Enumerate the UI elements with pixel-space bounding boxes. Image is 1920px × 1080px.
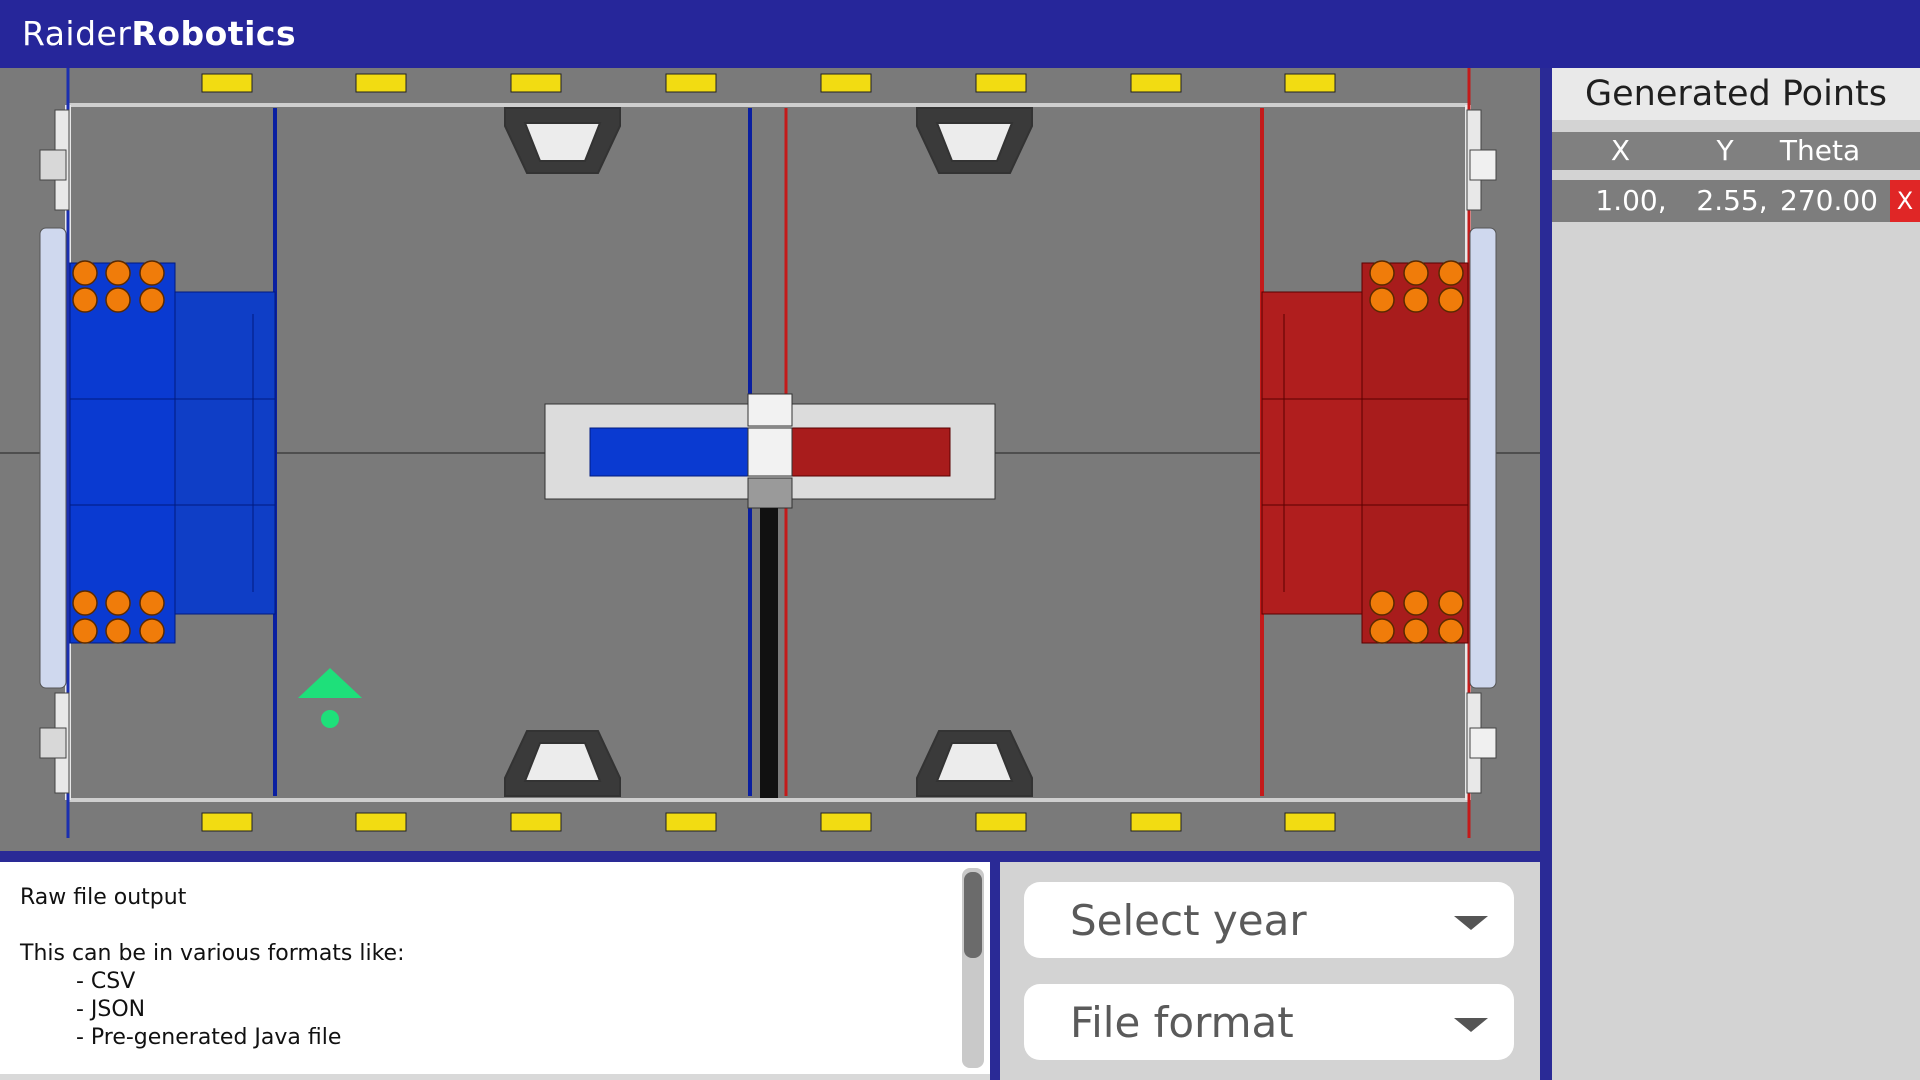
raw-output-box[interactable]: Raw file output This can be in various f… xyxy=(0,862,990,1080)
red-alliance-zone xyxy=(1261,262,1469,644)
export-controls: Select year File format xyxy=(1000,862,1540,1080)
raw-output-text: Raw file output This can be in various f… xyxy=(20,885,405,1050)
blue-driver-station xyxy=(39,227,67,689)
col-header-y: Y xyxy=(1716,134,1734,167)
file-format-select[interactable]: File format xyxy=(1024,984,1514,1060)
year-select[interactable]: Select year xyxy=(1024,882,1514,958)
delete-point-button[interactable]: X xyxy=(1890,180,1920,222)
chevron-down-icon xyxy=(1454,916,1488,930)
output-scroll-thumb[interactable] xyxy=(964,872,982,958)
point-theta: 270.00 xyxy=(1780,184,1878,217)
col-header-theta: Theta xyxy=(1779,134,1861,167)
red-driver-station xyxy=(1469,227,1497,689)
output-bottom-border xyxy=(0,1074,990,1080)
panel-title: Generated Points xyxy=(1552,68,1920,120)
robot-marker-dot xyxy=(321,710,339,728)
field-map[interactable] xyxy=(0,68,1540,851)
blue-alliance-zone xyxy=(69,262,276,644)
year-select-label: Select year xyxy=(1070,896,1307,945)
point-row[interactable]: 1.00, 2.55, 270.00 X xyxy=(1552,180,1920,222)
field-drawing[interactable] xyxy=(0,68,1540,851)
file-format-label: File format xyxy=(1070,998,1294,1047)
app-header: RaiderRobotics xyxy=(0,0,1920,68)
brand-name-light: Raider xyxy=(22,14,132,53)
brand-name-bold: Robotics xyxy=(131,14,297,53)
generated-points-panel: Generated Points X Y Theta 1.00, 2.55, 2… xyxy=(1552,68,1920,1080)
output-scrollbar[interactable] xyxy=(962,868,984,1068)
brand-logo: RaiderRobotics xyxy=(22,14,296,53)
point-x: 1.00, xyxy=(1595,184,1667,217)
point-y: 2.55, xyxy=(1696,184,1768,217)
chevron-down-icon xyxy=(1454,1018,1488,1032)
col-header-x: X xyxy=(1610,134,1631,167)
points-header-row: X Y Theta xyxy=(1552,132,1920,170)
